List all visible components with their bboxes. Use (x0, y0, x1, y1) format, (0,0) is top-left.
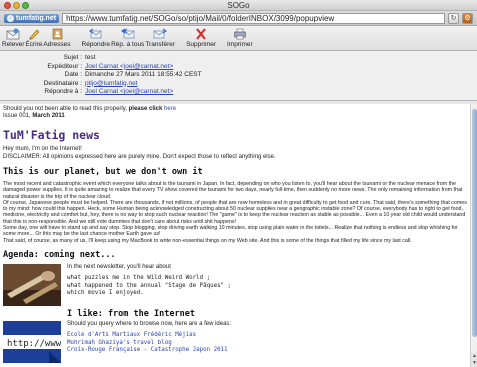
site-identity-label: tumfatig.net (16, 14, 57, 22)
view-online-notice: Should you not been able to read this pr… (3, 106, 467, 113)
get-mail-label: Relever (2, 41, 25, 48)
pencil-icon (29, 29, 40, 40)
reply-to-label: Répondre à : (44, 88, 82, 95)
envelope-refresh-icon (6, 28, 20, 40)
delete-button[interactable]: Supprimer (186, 28, 216, 49)
from-value[interactable]: Joel Carnat <joel@carnat.net> (85, 63, 173, 72)
to-value[interactable]: ptijo@tumfatig.net (85, 80, 138, 89)
title-bar: SOGo (0, 0, 477, 11)
to-label: Destinataire : (43, 79, 82, 87)
notice-text: Should you not been able to read this pr… (3, 106, 129, 112)
newsletter-title: TuM'Fatig news (3, 128, 100, 142)
subject-row: Sujet : test (0, 54, 477, 63)
agenda-photo (3, 263, 61, 306)
to-row: Destinataire : ptijo@tumfatig.net (0, 80, 477, 89)
agenda-text: In the next newsletter, you'll hear abou… (67, 264, 231, 306)
ilike-intro: Should you query where to browse now, he… (67, 320, 232, 327)
intro-disclaimer: DISCLAIMER: All opinions expressed here … (3, 153, 276, 160)
intro-line-1: Hey mum, I'm on the Internet! (3, 146, 82, 152)
message-body: Should you not been able to read this pr… (0, 104, 470, 367)
notice-here-link[interactable]: here (164, 106, 176, 112)
window-title: SOGo (227, 1, 250, 10)
agenda-block: In the next newsletter, you'll hear abou… (3, 263, 467, 306)
compose-button[interactable]: Écrire (25, 28, 42, 49)
delete-label: Supprimer (186, 41, 217, 48)
reply-label: Répondre (81, 41, 111, 48)
issue-number: Issue 001, (3, 113, 33, 119)
scroll-down-icon[interactable]: ▼ (471, 360, 477, 367)
forward-label: Transférer (145, 41, 176, 48)
section-ilike-title: I like: from the Internet (67, 308, 195, 319)
agenda-intro: In the next newsletter, you'll hear abou… (67, 263, 171, 270)
ilike-text: Should you query where to browse now, he… (67, 321, 231, 363)
print-button[interactable]: Imprimer (227, 28, 253, 49)
planet-paragraph-3: Some day, one will have to stand up and … (3, 225, 458, 238)
scroll-up-icon[interactable]: ▲ (471, 353, 477, 360)
subject-label: Sujet : (63, 54, 82, 61)
planet-paragraph-4: That said, of course, as many of us, I'l… (3, 237, 412, 244)
scroll-thumb[interactable] (472, 109, 477, 337)
section-agenda-title: Agenda: coming next... (3, 249, 116, 260)
address-bar-row: tumfatig.net https://www.tumfatig.net/SO… (0, 11, 477, 26)
address-book-button[interactable]: Adresses (43, 28, 71, 49)
date-label: Date : (64, 71, 82, 78)
ilike-block: http://www Should you query where to bro… (3, 320, 467, 363)
agenda-item: which movie I enjoyed. (67, 290, 144, 297)
reply-all-icon (120, 28, 135, 39)
ilike-link[interactable]: Mohrimah Ghaziya's travel blog (67, 340, 231, 347)
compose-label: Écrire (25, 41, 43, 48)
date-value: Dimanche 27 Mars 2011 18:55:42 CEST (85, 71, 202, 78)
print-label: Imprimer (227, 41, 253, 48)
from-row: Expéditeur : Joel Carnat <joel@carnat.ne… (0, 63, 477, 72)
agenda-item: what puzzles me in the Wild Weird World … (67, 275, 211, 282)
notice-bold: please click (128, 106, 163, 112)
ilike-link[interactable]: Croix-Rouge Française - Catastrophe Japo… (67, 347, 231, 354)
get-mail-button[interactable]: Relever (2, 28, 24, 49)
planet-paragraph-1: The most recent and catastrophic event w… (3, 181, 463, 200)
settings-icon[interactable]: ⚙ (462, 12, 473, 24)
reply-all-label: Rép. à tous (111, 41, 145, 48)
http-image-text: http://www (7, 339, 61, 349)
globe-icon (7, 14, 14, 22)
reply-all-button[interactable]: Rép. à tous (111, 28, 144, 49)
browser-window: SOGo tumfatig.net https://www.tumfatig.n… (0, 0, 477, 367)
reply-icon (88, 28, 102, 39)
reply-to-value[interactable]: Joel Carnat <joel@carnat.net> (85, 88, 173, 97)
issue-line: Issue 001, March 2011 (3, 113, 467, 120)
date-row: Date : Dimanche 27 Mars 2011 18:55:42 CE… (0, 71, 477, 80)
ilike-link[interactable]: Ecole d'Arts Martiaux Frédéric Méjias (67, 332, 231, 339)
agenda-item: what happened to the annual "Stage de Pâ… (67, 282, 232, 289)
printer-icon (234, 28, 246, 40)
http-www-image: http://www (3, 320, 61, 363)
forward-button[interactable]: Transférer (145, 28, 175, 49)
address-book-icon (52, 28, 63, 40)
issue-date: March 2011 (32, 113, 65, 119)
address-book-label: Adresses (43, 41, 71, 48)
forward-icon (153, 28, 168, 39)
mail-toolbar: Relever Écrire Adresses Répondre Rép. à … (0, 26, 477, 51)
reply-button[interactable]: Répondre (81, 28, 111, 49)
planet-paragraph-2: Of course, Japanese people must be helpe… (3, 199, 467, 225)
section-planet-title: This is our planet, but we don't own it (3, 167, 203, 177)
url-field[interactable]: https://www.tumfatig.net/SOGo/so/ptijo/M… (62, 12, 445, 24)
subject-value: test (85, 54, 96, 61)
reply-to-row: Répondre à : Joel Carnat <joel@carnat.ne… (0, 88, 477, 97)
reload-icon[interactable]: ↻ (448, 12, 459, 24)
message-headers: Sujet : test Expéditeur : Joel Carnat <j… (0, 51, 477, 101)
from-label: Expéditeur : (47, 62, 82, 70)
delete-x-icon (196, 28, 206, 40)
message-scrollbar[interactable]: ▲ ▼ (470, 104, 477, 367)
site-identity-badge[interactable]: tumfatig.net (4, 13, 60, 23)
